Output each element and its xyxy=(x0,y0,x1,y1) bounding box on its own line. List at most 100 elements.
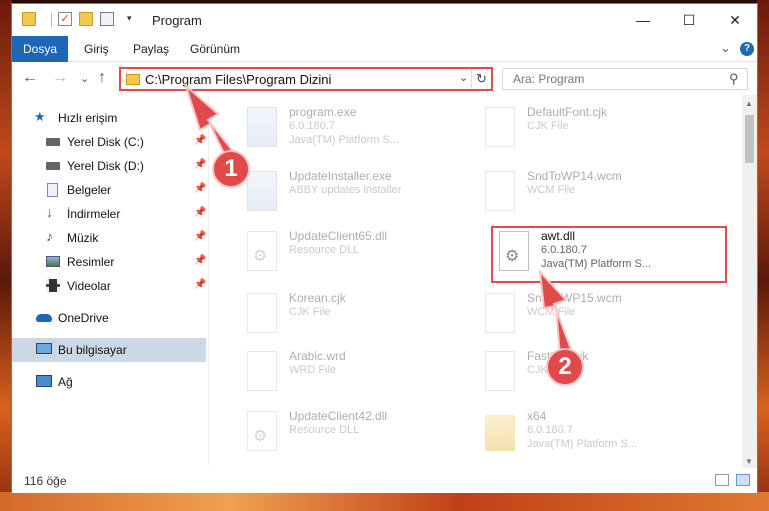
file-item-sndtowp15-wcm[interactable]: SndToWP15.wcm WCM File xyxy=(477,287,707,345)
file-type: CJK File xyxy=(527,120,569,132)
cloud-icon xyxy=(36,314,52,322)
item-count: 116 öğe xyxy=(24,474,67,488)
document-file-icon xyxy=(485,293,515,333)
search-icon[interactable]: ⚲ xyxy=(729,71,739,87)
quick-access-dropdown-icon[interactable]: ▾ xyxy=(127,13,132,24)
drive-icon xyxy=(46,138,60,146)
large-icons-view-icon[interactable] xyxy=(736,474,750,486)
sidebar-item-videolar[interactable]: Videolar 📌 xyxy=(12,274,206,298)
close-button[interactable]: ✕ xyxy=(712,4,758,36)
scroll-down-icon[interactable]: ▼ xyxy=(745,457,753,466)
explorer-window: ✓ ▾ Program — ☐ ✕ Dosya Giriş Paylaş Gör… xyxy=(11,3,758,493)
file-type: CJK File xyxy=(289,306,331,318)
step-marker-2: 2 xyxy=(546,348,584,386)
maximize-button[interactable]: ☐ xyxy=(666,4,712,36)
file-description: Java(TM) Platform S... xyxy=(289,134,400,146)
title-bar: ✓ ▾ Program — ☐ ✕ xyxy=(12,4,757,36)
tab-giris[interactable]: Giriş xyxy=(74,36,119,62)
file-type: WCM File xyxy=(527,184,576,196)
pin-icon[interactable]: 📌 xyxy=(194,279,206,290)
file-item-korean-cjk[interactable]: Korean.cjk CJK File xyxy=(239,287,469,345)
file-type: WCM File xyxy=(527,306,576,318)
file-name: UpdateInstaller.exe xyxy=(289,169,392,183)
pin-icon[interactable]: 📌 xyxy=(194,159,206,170)
file-type: WRD File xyxy=(289,364,337,376)
back-arrow-icon[interactable]: ← xyxy=(22,69,38,87)
tab-gorunum[interactable]: Görünüm xyxy=(180,36,250,62)
sidebar-item-ag[interactable]: Ağ xyxy=(12,370,206,394)
document-file-icon xyxy=(247,351,277,391)
details-view-icon[interactable] xyxy=(715,474,729,486)
sidebar-item-hizli-erisim[interactable]: ★ Hızlı erişim xyxy=(12,106,206,130)
pin-icon[interactable]: 📌 xyxy=(194,207,206,218)
file-item-arabic-wrd[interactable]: Arabic.wrd WRD File xyxy=(239,345,469,403)
sidebar-item-indirmeler[interactable]: ↓ İndirmeler 📌 xyxy=(12,202,206,226)
file-item-updateclient42-dll[interactable]: UpdateClient42.dll Resource DLL xyxy=(239,405,469,463)
document-file-icon xyxy=(247,293,277,333)
dll-file-icon xyxy=(247,411,277,451)
desktop-background-bottom xyxy=(0,492,769,511)
sidebar-item-onedrive[interactable]: OneDrive xyxy=(12,306,206,330)
file-item-updateinstaller-exe[interactable]: UpdateInstaller.exe ABBY updates install… xyxy=(239,165,469,223)
new-folder-icon[interactable] xyxy=(79,12,93,26)
network-icon xyxy=(36,375,52,387)
properties-check-icon[interactable]: ✓ xyxy=(58,12,72,26)
tab-dosya[interactable]: Dosya xyxy=(12,36,68,62)
address-path[interactable]: C:\Program Files\Program Dizini xyxy=(145,72,331,87)
vertical-scrollbar[interactable]: ▲ ▼ xyxy=(742,95,757,468)
pin-icon[interactable]: 📌 xyxy=(194,183,206,194)
sidebar-item-muzik[interactable]: ♪ Müzik 📌 xyxy=(12,226,206,250)
help-icon[interactable]: ? xyxy=(740,42,754,56)
sidebar-item-label: Ağ xyxy=(58,375,73,389)
search-input[interactable]: Ara: Program ⚲ xyxy=(502,68,748,90)
ribbon-tabs: Dosya Giriş Paylaş Görünüm ⌄ ? xyxy=(12,36,757,62)
file-item-defaultfont-cjk[interactable]: DefaultFont.cjk CJK File xyxy=(477,101,707,159)
pin-icon[interactable]: 📌 xyxy=(194,231,206,242)
pin-icon[interactable]: 📌 xyxy=(194,135,206,146)
file-name: UpdateClient65.dll xyxy=(289,229,388,243)
file-description: Java(TM) Platform S... xyxy=(527,438,638,450)
forward-arrow-icon[interactable]: → xyxy=(52,69,68,87)
file-item-x64[interactable]: x64 6.0.180.7 Java(TM) Platform S... xyxy=(477,405,707,463)
star-icon: ★ xyxy=(34,109,46,124)
quick-access-separator xyxy=(51,13,52,27)
file-item-updateclient65-dll[interactable]: UpdateClient65.dll Resource DLL xyxy=(239,225,469,283)
sidebar-item-label: İndirmeler xyxy=(67,207,121,221)
sidebar-item-yerel-disk-c[interactable]: Yerel Disk (C:) 📌 xyxy=(12,130,206,154)
minimize-button[interactable]: — xyxy=(620,4,666,36)
sidebar-item-bu-bilgisayar[interactable]: Bu bilgisayar xyxy=(12,338,206,362)
refresh-icon[interactable]: ↻ xyxy=(471,69,491,89)
file-version: 6.0.180.7 xyxy=(527,424,573,436)
sidebar-item-resimler[interactable]: Resimler 📌 xyxy=(12,250,206,274)
sidebar-item-label: Belgeler xyxy=(67,183,112,197)
search-placeholder: Ara: Program xyxy=(513,72,585,86)
view-properties-icon[interactable] xyxy=(100,12,114,26)
file-name: Arabic.wrd xyxy=(289,349,346,363)
ribbon-collapse-icon[interactable]: ⌄ xyxy=(720,40,731,56)
pictures-icon xyxy=(46,256,60,267)
exe-file-icon xyxy=(247,171,277,211)
file-item-fastlog-cjk[interactable]: FastLog.cjk CJK File xyxy=(477,345,707,403)
tab-paylas[interactable]: Paylaş xyxy=(123,36,179,62)
document-file-icon xyxy=(485,171,515,211)
computer-icon xyxy=(36,343,52,354)
sidebar-item-label: Videolar xyxy=(67,279,111,293)
up-arrow-icon[interactable]: ↑ xyxy=(98,69,106,87)
navigation-bar: ← → ⌄ ↑ C:\Program Files\Program Dizini … xyxy=(12,63,757,95)
scroll-thumb[interactable] xyxy=(745,115,754,163)
sidebar-item-belgeler[interactable]: Belgeler 📌 xyxy=(12,178,206,202)
pin-icon[interactable]: 📌 xyxy=(194,255,206,266)
file-item-sndtowp14-wcm[interactable]: SndToWP14.wcm WCM File xyxy=(477,165,707,223)
file-item-program-exe[interactable]: program.exe 6.0.180.7 Java(TM) Platform … xyxy=(239,101,469,159)
sidebar-item-label: OneDrive xyxy=(58,311,109,325)
folder-icon[interactable] xyxy=(22,12,36,26)
documents-icon xyxy=(47,183,58,197)
sidebar-item-label: Hızlı erişim xyxy=(58,111,118,125)
address-bar[interactable]: C:\Program Files\Program Dizini ⌄ ↻ xyxy=(119,67,493,91)
address-dropdown-icon[interactable]: ⌄ xyxy=(459,71,468,84)
recent-locations-icon[interactable]: ⌄ xyxy=(80,72,89,85)
file-description: Resource DLL xyxy=(289,244,360,256)
scroll-up-icon[interactable]: ▲ xyxy=(745,99,753,108)
document-file-icon xyxy=(485,107,515,147)
sidebar-item-yerel-disk-d[interactable]: Yerel Disk (D:) 📌 xyxy=(12,154,206,178)
